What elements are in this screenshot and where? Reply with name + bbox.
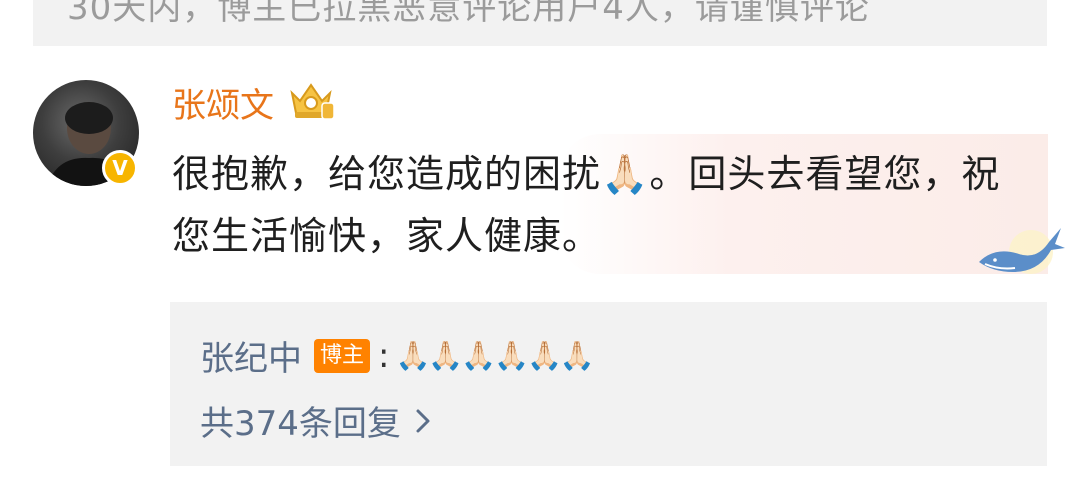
view-replies-link[interactable]: 共374条回复 [200,396,431,445]
blacklist-notice-banner: 30天内，博主已拉黑恶意评论用户4人，请谨慎评论 [33,0,1047,46]
whale-icon [979,228,1065,274]
reply-preview-box[interactable]: 张纪中 博主 : 🙏🏻🙏🏻🙏🏻🙏🏻🙏🏻🙏🏻 共374条回复 [170,302,1047,466]
reply-count-label[interactable]: 共374条回复 [200,396,401,445]
commenter-username[interactable]: 张颂文 [172,78,274,127]
verified-badge: V [102,150,138,186]
reply-separator: : [378,335,390,376]
chevron-right-icon [416,409,430,432]
reply-author-name[interactable]: 张纪中 [200,331,302,380]
reply-line: 张纪中 博主 : 🙏🏻🙏🏻🙏🏻🙏🏻🙏🏻🙏🏻 [200,331,595,380]
blacklist-notice-text: 30天内，博主已拉黑恶意评论用户4人，请谨慎评论 [67,0,870,28]
author-tag-badge: 博主 [314,338,371,373]
crown-fan-badge-icon[interactable] [286,79,336,121]
comment-text: 很抱歉，给您造成的困扰🙏🏻。回头去看望您，祝您生活愉快，家人健康。 [172,152,1001,258]
reply-text: 🙏🏻🙏🏻🙏🏻🙏🏻🙏🏻🙏🏻 [395,339,594,372]
